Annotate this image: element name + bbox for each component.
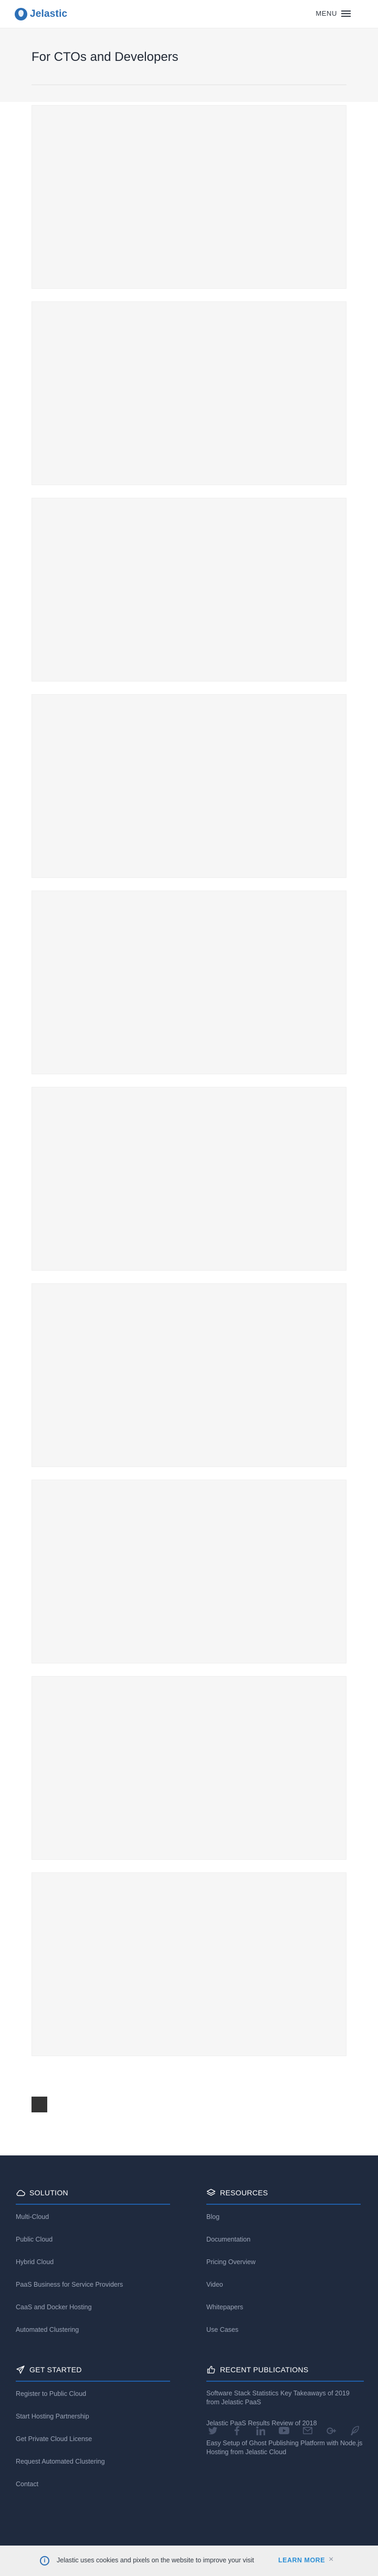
footer-solution: SOLUTION Multi-Cloud Public Cloud Hybrid…	[16, 2187, 170, 2348]
footer-section-rule	[16, 2381, 170, 2382]
footer-link[interactable]: Multi-Cloud	[16, 2212, 170, 2235]
content-card-placeholder	[32, 105, 346, 289]
google-plus-icon[interactable]	[324, 2425, 338, 2436]
close-icon[interactable]: ×	[329, 2555, 333, 2564]
footer-link[interactable]: Hybrid Cloud	[16, 2257, 170, 2280]
social-icons	[206, 2425, 372, 2436]
footer-section-rule	[206, 2381, 364, 2382]
page-hero: For CTOs and Developers	[0, 28, 378, 102]
content-card-placeholder	[32, 1283, 346, 1467]
content-card-placeholder	[32, 301, 346, 485]
cookie-message: Jelastic uses cookies and pixels on the …	[57, 2557, 254, 2564]
layers-icon	[206, 2188, 216, 2197]
learn-more-link[interactable]: LEARN MORE	[278, 2557, 325, 2564]
publication-link[interactable]: Software Stack Statistics Key Takeaways …	[206, 2389, 364, 2419]
facebook-icon[interactable]	[230, 2425, 244, 2436]
footer-resources: RESOURCES Blog Documentation Pricing Ove…	[206, 2187, 361, 2348]
content-card-placeholder	[32, 1676, 346, 1860]
footer-section-title: GET STARTED	[29, 2365, 82, 2374]
menu-button[interactable]: MENU	[316, 9, 351, 17]
site-header: Jelastic MENU	[0, 0, 378, 28]
logo-drop-icon	[15, 8, 27, 20]
footer-section-rule	[206, 2204, 361, 2205]
twitter-icon[interactable]	[206, 2425, 220, 2436]
linkedin-icon[interactable]	[254, 2425, 267, 2436]
footer-section-rule	[16, 2204, 170, 2205]
footer-link[interactable]: Public Cloud	[16, 2235, 170, 2257]
footer-link[interactable]: Register to Public Cloud	[16, 2389, 170, 2412]
footer-link[interactable]: Video	[206, 2280, 361, 2302]
paper-plane-icon	[16, 2365, 25, 2374]
footer-section-title: RECENT PUBLICATIONS	[220, 2365, 309, 2374]
footer-section-title: RESOURCES	[220, 2188, 268, 2197]
menu-label: MENU	[316, 9, 337, 17]
footer-section-title: SOLUTION	[29, 2188, 68, 2197]
footer-link[interactable]: Blog	[206, 2212, 361, 2235]
footer-link[interactable]: Whitepapers	[206, 2302, 361, 2325]
youtube-icon[interactable]	[277, 2425, 291, 2436]
info-icon: i	[40, 2556, 49, 2565]
hamburger-icon	[341, 10, 351, 17]
page-title: For CTOs and Developers	[32, 50, 178, 64]
scroll-square-button[interactable]	[32, 2097, 47, 2112]
content-card-placeholder	[32, 1872, 346, 2056]
footer-link[interactable]: Pricing Overview	[206, 2257, 361, 2280]
footer-link[interactable]: Use Cases	[206, 2325, 361, 2348]
feather-icon[interactable]	[348, 2425, 362, 2436]
content-card-placeholder	[32, 498, 346, 682]
email-icon[interactable]	[301, 2425, 314, 2436]
logo-text: Jelastic	[30, 8, 68, 19]
footer-link[interactable]: Get Private Cloud License	[16, 2434, 170, 2457]
thumbs-up-icon	[206, 2365, 216, 2374]
content-card-placeholder	[32, 694, 346, 878]
content-card-placeholder	[32, 1480, 346, 1663]
footer-link[interactable]: Start Hosting Partnership	[16, 2412, 170, 2434]
footer-link[interactable]: Automated Clustering	[16, 2325, 170, 2348]
footer-link[interactable]: Request Automated Clustering	[16, 2457, 170, 2479]
jelastic-logo[interactable]: Jelastic	[15, 7, 67, 21]
publication-link[interactable]: Easy Setup of Ghost Publishing Platform …	[206, 2439, 364, 2469]
cookie-banner: i Jelastic uses cookies and pixels on th…	[0, 2546, 378, 2576]
content-card-placeholder	[32, 891, 346, 1074]
footer-link[interactable]: Contact	[16, 2479, 170, 2502]
site-footer: SOLUTION Multi-Cloud Public Cloud Hybrid…	[0, 2155, 378, 2576]
footer-get-started: GET STARTED Register to Public Cloud Sta…	[16, 2364, 170, 2502]
footer-link[interactable]: CaaS and Docker Hosting	[16, 2302, 170, 2325]
footer-link[interactable]: PaaS Business for Service Providers	[16, 2280, 170, 2302]
cloud-icon	[16, 2188, 25, 2197]
footer-recent-publications: RECENT PUBLICATIONS Software Stack Stati…	[206, 2364, 364, 2469]
footer-link[interactable]: Documentation	[206, 2235, 361, 2257]
content-card-placeholder	[32, 1087, 346, 1271]
